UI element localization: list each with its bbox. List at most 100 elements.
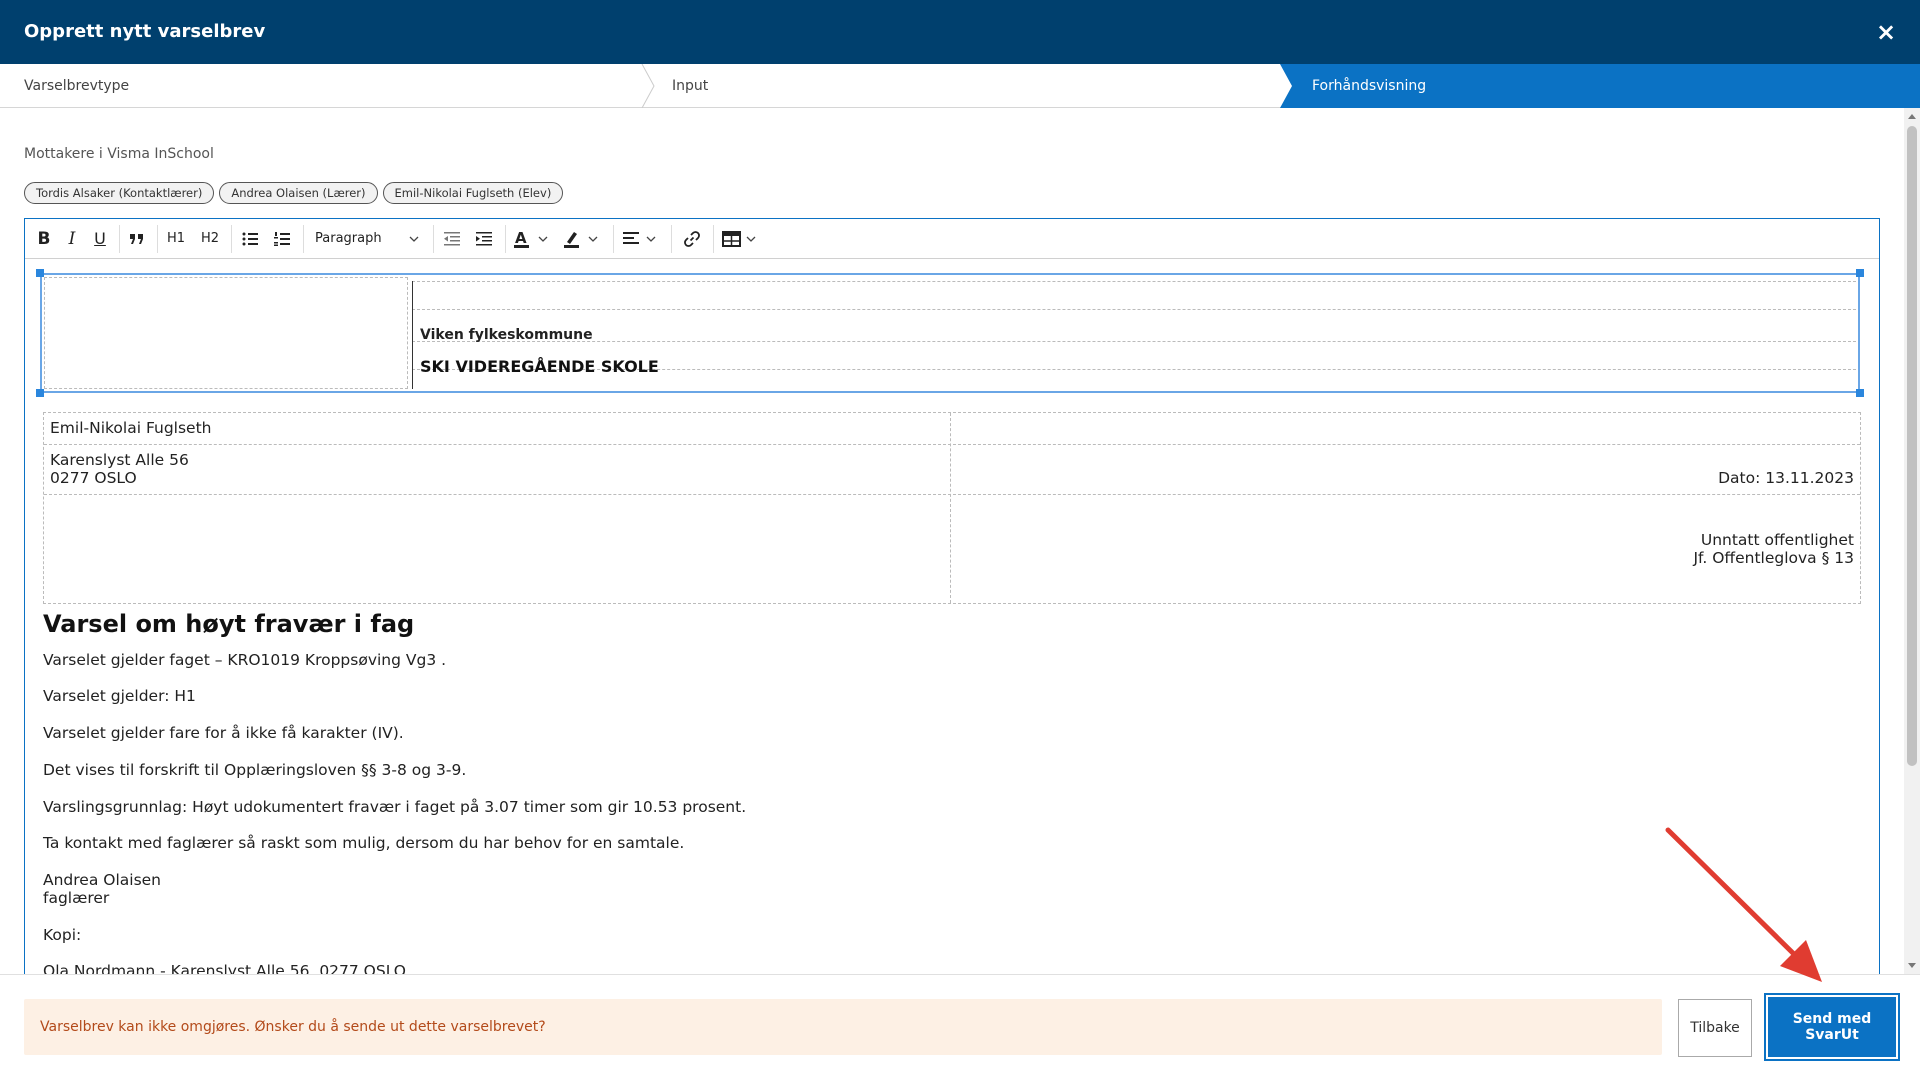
warning-banner: Varselbrev kan ikke omgjøres. Ønsker du …	[24, 999, 1662, 1055]
table-gridline	[412, 341, 1856, 342]
letter-paragraph: Varselet gjelder: H1	[43, 687, 196, 705]
recipient-chip: Andrea Olaisen (Lærer)	[219, 182, 378, 204]
dialog-footer: Varselbrev kan ikke omgjøres. Ønsker du …	[0, 974, 1920, 1080]
organization-name: Viken fylkeskommune	[420, 327, 593, 343]
table-gridline	[412, 309, 1856, 310]
blockquote-button[interactable]	[123, 225, 151, 253]
editor-toolbar: B I U H1 H2 Paragraph A	[25, 219, 1879, 259]
recipients-label: Mottakere i Visma InSchool	[24, 146, 214, 162]
letter-paragraph: Ta kontakt med faglærer så raskt som mul…	[43, 834, 685, 852]
heading1-button[interactable]: H1	[161, 225, 191, 253]
block-format-value: Paragraph	[315, 231, 382, 246]
toolbar-divider	[231, 225, 232, 253]
copy-label: Kopi:	[43, 926, 82, 944]
block-format-select[interactable]: Paragraph	[307, 225, 427, 253]
indent-icon	[476, 232, 492, 246]
scroll-up-arrow-icon[interactable]	[1908, 114, 1916, 119]
recipient-chip: Tordis Alsaker (Kontaktlærer)	[24, 182, 215, 204]
text-color-icon: A	[514, 229, 548, 248]
resize-handle[interactable]	[1856, 269, 1864, 277]
letter-paragraph: Det vises til forskrift til Opplæringslo…	[43, 761, 467, 779]
editor-document[interactable]: Viken fylkeskommune SKI VIDEREGÅENDE SKO…	[25, 260, 1879, 974]
exempt-notice: Unntatt offentlighet	[1700, 531, 1854, 549]
outdent-button[interactable]	[437, 225, 467, 253]
signature-name: Andrea Olaisen	[43, 871, 162, 889]
bullet-list-icon	[242, 232, 258, 246]
letterhead-info-cell: Viken fylkeskommune SKI VIDEREGÅENDE SKO…	[412, 281, 1856, 389]
resize-handle[interactable]	[1856, 389, 1864, 397]
align-left-icon	[623, 232, 656, 244]
copy-recipient: Ola Nordmann - Karenslyst Alle 56, 0277 …	[43, 962, 407, 974]
table-gridline	[44, 494, 1860, 495]
address-table[interactable]: Emil-Nikolai Fuglseth Karenslyst Alle 56…	[43, 412, 1861, 604]
table-gridline	[412, 281, 1856, 282]
dialog-content: Mottakere i Visma InSchool Tordis Alsake…	[0, 108, 1904, 974]
letterhead-table[interactable]: Viken fylkeskommune SKI VIDEREGÅENDE SKO…	[36, 269, 1864, 397]
scrollbar-thumb[interactable]	[1907, 126, 1917, 766]
bold-button[interactable]: B	[31, 225, 57, 253]
step-chevron-icon	[641, 64, 655, 108]
recipient-chip: Emil-Nikolai Fuglseth (Elev)	[382, 182, 564, 204]
step-forhandsvisning-label: Forhåndsvisning	[1312, 78, 1427, 94]
back-button[interactable]: Tilbake	[1678, 999, 1752, 1057]
highlight-color-button[interactable]	[559, 225, 607, 253]
italic-button[interactable]: I	[59, 225, 85, 253]
rich-text-editor[interactable]: B I U H1 H2 Paragraph A Viken fylkeskomm…	[24, 218, 1880, 974]
recipient-name: Emil-Nikolai Fuglseth	[50, 419, 212, 437]
letter-date: Dato: 13.11.2023	[1718, 469, 1854, 487]
table-icon	[722, 231, 756, 247]
heading2-button[interactable]: H2	[195, 225, 225, 253]
warning-text: Varselbrev kan ikke omgjøres. Ønsker du …	[40, 1019, 546, 1035]
letter-paragraph: Varselet gjelder fare for å ikke få kara…	[43, 724, 404, 742]
letterhead-logo-cell	[44, 277, 408, 389]
table-gridline	[44, 444, 1860, 445]
step-input[interactable]: Input	[672, 64, 708, 108]
letter-heading: Varsel om høyt fravær i fag	[43, 610, 415, 638]
toolbar-divider	[157, 225, 158, 253]
highlighter-icon	[564, 232, 598, 248]
svg-text:A: A	[515, 229, 527, 247]
bullet-list-button[interactable]	[235, 225, 265, 253]
resize-handle[interactable]	[36, 389, 44, 397]
text-color-button[interactable]: A	[509, 225, 557, 253]
letterhead-divider	[412, 281, 413, 389]
link-button[interactable]	[677, 225, 707, 253]
recipient-chips: Tordis Alsaker (Kontaktlærer) Andrea Ola…	[24, 182, 564, 204]
toolbar-divider	[613, 225, 614, 253]
table-button[interactable]	[717, 225, 765, 253]
address-line: 0277 OSLO	[50, 469, 137, 487]
address-line: Karenslyst Alle 56	[50, 451, 189, 469]
step-varselbrevtype[interactable]: Varselbrevtype	[24, 64, 129, 108]
toolbar-divider	[433, 225, 434, 253]
letter-paragraph: Varslingsgrunnlag: Høyt udokumentert fra…	[43, 798, 747, 816]
stepper: Varselbrevtype Input Forhåndsvisning	[0, 64, 1920, 108]
dialog-titlebar: Opprett nytt varselbrev ×	[0, 0, 1920, 64]
quote-icon	[130, 234, 143, 244]
signature-title: faglærer	[43, 889, 110, 907]
send-svarut-button[interactable]: Send med SvarUt	[1766, 995, 1898, 1059]
table-gridline	[950, 413, 951, 603]
numbered-list-icon	[274, 232, 290, 246]
content-scrollbar[interactable]	[1904, 108, 1920, 974]
indent-button[interactable]	[469, 225, 499, 253]
scroll-down-arrow-icon[interactable]	[1908, 963, 1916, 968]
step-forhandsvisning[interactable]: Forhåndsvisning	[1280, 64, 1920, 108]
toolbar-divider	[713, 225, 714, 253]
outdent-icon	[444, 232, 460, 246]
resize-handle[interactable]	[36, 269, 44, 277]
send-button-label: Send med SvarUt	[1792, 1011, 1872, 1043]
numbered-list-button[interactable]	[267, 225, 297, 253]
letter-paragraph: Varselet gjelder faget – KRO1019 Kroppsø…	[43, 651, 447, 669]
toolbar-divider	[671, 225, 672, 253]
align-button[interactable]	[617, 225, 665, 253]
school-name: SKI VIDEREGÅENDE SKOLE	[420, 357, 659, 376]
toolbar-divider	[505, 225, 506, 253]
exempt-reference: Jf. Offentleglova § 13	[1693, 549, 1854, 567]
chevron-down-icon	[409, 236, 419, 242]
underline-button[interactable]: U	[87, 225, 113, 253]
close-icon[interactable]: ×	[1872, 18, 1900, 46]
toolbar-divider	[303, 225, 304, 253]
link-icon	[684, 231, 700, 247]
toolbar-divider	[119, 225, 120, 253]
dialog-title: Opprett nytt varselbrev	[24, 21, 266, 42]
